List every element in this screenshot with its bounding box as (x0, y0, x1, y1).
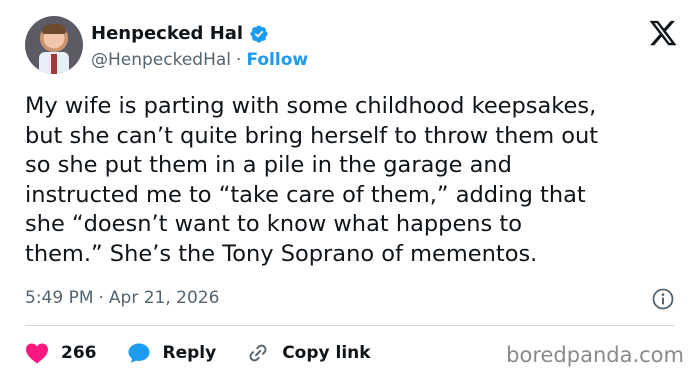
reply-bubble-icon (128, 343, 149, 363)
like-count: 266 (61, 343, 97, 363)
copy-link-label: Copy link (282, 343, 371, 363)
post-date: Apr 21, 2026 (108, 288, 220, 308)
name-row: Henpecked Hal (91, 23, 269, 44)
tweet-line: them.” She’s the Tony Soprano of memento… (25, 240, 538, 267)
reply-button[interactable]: Reply (127, 341, 217, 365)
avatar[interactable] (25, 16, 83, 74)
x-logo-icon[interactable] (648, 18, 678, 48)
like-button[interactable]: 266 (25, 342, 97, 364)
link-icon (249, 344, 267, 362)
reply-label: Reply (162, 343, 217, 363)
meta-separator: · (98, 288, 104, 308)
avatar-tie (51, 54, 57, 74)
verified-badge-icon (250, 24, 268, 43)
info-icon[interactable] (651, 287, 675, 311)
author-name[interactable]: Henpecked Hal (91, 23, 243, 44)
follow-button[interactable]: Follow (246, 50, 308, 70)
handle-separator: · (236, 50, 242, 70)
tweet-line: so she put them in a pile in the garage … (25, 152, 512, 179)
avatar-hair (42, 24, 66, 34)
handle-row: @HenpeckedHal · Follow (91, 50, 308, 70)
copy-link-button[interactable]: Copy link (246, 341, 371, 365)
tweet-header: Henpecked Hal @HenpeckedHal · Follow (25, 16, 675, 78)
divider (25, 325, 675, 326)
tweet-timestamp[interactable]: 5:49 PM · Apr 21, 2026 (25, 288, 219, 308)
action-bar: 266 Reply Copy link (25, 339, 401, 367)
tweet-line: instructed me to “take care of them,” ad… (25, 181, 586, 208)
tweet-line: but she can’t quite bring herself to thr… (25, 122, 599, 149)
tweet-line: she “doesn’t want to know what happens t… (25, 211, 523, 238)
heart-icon (26, 343, 48, 364)
tweet-line: My wife is parting with some childhood k… (25, 93, 597, 119)
author-handle[interactable]: @HenpeckedHal (91, 50, 231, 70)
tweet-text: My wife is parting with some childhood k… (25, 92, 675, 270)
watermark: boredpanda.com (506, 343, 684, 367)
post-time: 5:49 PM (25, 288, 94, 308)
